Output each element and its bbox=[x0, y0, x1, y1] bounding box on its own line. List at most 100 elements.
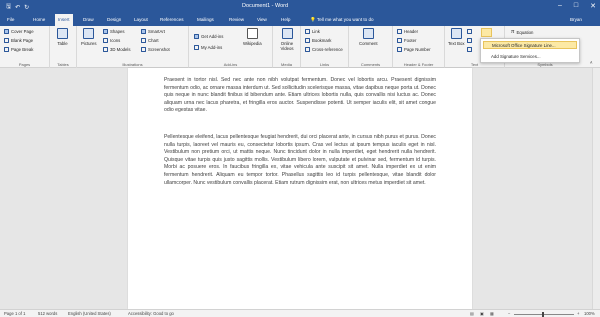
document-title: Document1 - Word bbox=[242, 3, 289, 9]
add-signature-services-item[interactable]: Add Signature Services... bbox=[483, 53, 577, 61]
cover-page-icon bbox=[4, 29, 9, 34]
footer-icon bbox=[397, 38, 402, 43]
tab-layout[interactable]: Layout bbox=[131, 14, 151, 26]
table-button[interactable]: Table bbox=[57, 28, 68, 46]
tab-insert[interactable]: Insert bbox=[55, 14, 73, 26]
page-number-button[interactable]: Page Number bbox=[397, 47, 431, 52]
signature-line-button[interactable] bbox=[481, 28, 492, 37]
tab-review[interactable]: Review bbox=[226, 14, 247, 26]
wikipedia-label: Wikipedia bbox=[243, 41, 262, 46]
page-break-label: Page Break bbox=[11, 47, 34, 52]
page-count[interactable]: Page 1 of 1 bbox=[4, 311, 25, 316]
word-count[interactable]: 512 words bbox=[38, 311, 57, 316]
tab-home[interactable]: Home bbox=[30, 14, 48, 26]
equation-button[interactable]: π Equation bbox=[511, 29, 533, 35]
shapes-label: Shapes bbox=[110, 29, 125, 34]
3d-models-button[interactable]: 3D Models bbox=[103, 47, 131, 52]
link-button[interactable]: Link bbox=[305, 29, 320, 34]
user-name[interactable]: Bryan bbox=[570, 14, 582, 26]
shapes-button[interactable]: Shapes bbox=[103, 29, 125, 34]
zoom-slider[interactable] bbox=[514, 313, 574, 315]
tab-help[interactable]: Help bbox=[278, 14, 293, 26]
text-box-label: Text Box bbox=[448, 41, 465, 46]
web-layout-icon[interactable]: ▦ bbox=[490, 311, 494, 316]
zoom-level[interactable]: 100% bbox=[584, 311, 595, 316]
save-icon[interactable]: 🖫 bbox=[6, 2, 11, 12]
blank-page-label: Blank Page bbox=[11, 38, 33, 43]
bookmark-button[interactable]: Bookmark bbox=[305, 38, 331, 43]
close-icon[interactable]: ✕ bbox=[590, 2, 596, 10]
cross-reference-button[interactable]: Cross-reference bbox=[305, 47, 343, 52]
get-addins-button[interactable]: Get Add-ins bbox=[194, 34, 223, 39]
screenshot-button[interactable]: Screenshot bbox=[141, 47, 170, 52]
drop-cap-button[interactable] bbox=[467, 47, 472, 52]
my-addins-button[interactable]: My Add-ins bbox=[194, 45, 222, 50]
wordart-icon bbox=[467, 38, 472, 43]
zoom-in-icon[interactable]: + bbox=[577, 311, 579, 316]
tab-references[interactable]: References bbox=[157, 14, 187, 26]
header-button[interactable]: Header bbox=[397, 29, 418, 34]
icons-icon bbox=[103, 38, 108, 43]
zoom-slider-thumb[interactable] bbox=[542, 311, 544, 317]
quick-parts-icon bbox=[467, 29, 472, 34]
smartart-button[interactable]: SmartArt bbox=[141, 29, 165, 34]
text-box-button[interactable]: Text Box bbox=[448, 28, 464, 46]
cover-page-button[interactable]: Cover Page bbox=[4, 29, 34, 34]
link-label: Link bbox=[312, 29, 320, 34]
chart-label: Chart bbox=[148, 38, 159, 43]
accessibility-status[interactable]: Accessibility: Good to go bbox=[128, 311, 174, 316]
tab-mailings[interactable]: Mailings bbox=[194, 14, 217, 26]
comment-button[interactable]: Comment bbox=[359, 28, 378, 46]
redo-icon[interactable]: ↻ bbox=[24, 4, 29, 11]
pi-icon: π bbox=[511, 29, 515, 35]
collapse-ribbon-icon[interactable]: ˄ bbox=[590, 60, 593, 65]
comment-icon bbox=[362, 28, 374, 39]
tab-file[interactable]: File bbox=[4, 14, 17, 26]
group-comments: Comment Comments bbox=[349, 26, 393, 68]
quick-parts-button[interactable] bbox=[467, 29, 472, 34]
undo-icon[interactable]: ↶ bbox=[15, 4, 20, 11]
window-controls: – □ ✕ bbox=[558, 2, 596, 10]
icons-label: Icons bbox=[110, 38, 121, 43]
blank-page-button[interactable]: Blank Page bbox=[4, 38, 33, 43]
online-videos-label: Online Videos bbox=[280, 41, 294, 51]
cross-reference-label: Cross-reference bbox=[312, 47, 343, 52]
3d-models-icon bbox=[103, 47, 108, 52]
bookmark-label: Bookmark bbox=[312, 38, 332, 43]
title-bar: 🖫 ↶ ↻ Document1 - Word – □ ✕ bbox=[0, 0, 600, 14]
document-page[interactable]: Praesent in tortor nisl. Sed nec ante no… bbox=[128, 68, 472, 309]
icons-button[interactable]: Icons bbox=[103, 38, 120, 43]
online-videos-button[interactable]: Online Videos bbox=[276, 28, 298, 51]
3d-models-label: 3D Models bbox=[110, 47, 131, 52]
wikipedia-button[interactable]: Wikipedia bbox=[243, 28, 262, 46]
smartart-icon bbox=[141, 29, 146, 34]
paragraph-2: Pellentesque eleifend, lacus pellentesqu… bbox=[164, 134, 436, 186]
vertical-scrollbar[interactable] bbox=[592, 68, 600, 309]
group-pages: Cover Page Blank Page Page Break Pages bbox=[0, 26, 50, 68]
tell-me-box[interactable]: 💡 Tell me what you want to do bbox=[310, 14, 374, 26]
illustrations-group-label: Illustrations bbox=[122, 62, 143, 67]
tab-view[interactable]: View bbox=[254, 14, 270, 26]
text-box-icon bbox=[450, 28, 462, 39]
tab-draw[interactable]: Draw bbox=[80, 14, 97, 26]
microsoft-office-signature-line-item[interactable]: Microsoft Office Signature Line... bbox=[483, 41, 577, 49]
wordart-button[interactable] bbox=[467, 38, 472, 43]
page-break-icon bbox=[4, 47, 9, 52]
links-group-label: Links bbox=[319, 62, 330, 67]
pictures-button[interactable]: Pictures bbox=[81, 28, 97, 46]
tab-design[interactable]: Design bbox=[104, 14, 124, 26]
minimize-icon[interactable]: – bbox=[558, 2, 562, 10]
shapes-icon bbox=[103, 29, 108, 34]
chart-button[interactable]: Chart bbox=[141, 38, 159, 43]
language-status[interactable]: English (United States) bbox=[68, 311, 111, 316]
read-mode-icon[interactable]: ▤ bbox=[470, 311, 474, 316]
group-tables: Table Tables bbox=[50, 26, 77, 68]
maximize-icon[interactable]: □ bbox=[574, 2, 578, 10]
footer-button[interactable]: Footer bbox=[397, 38, 416, 43]
blank-page-icon bbox=[4, 38, 9, 43]
print-layout-icon[interactable]: ▣ bbox=[480, 311, 484, 316]
screenshot-label: Screenshot bbox=[148, 47, 170, 52]
smartart-label: SmartArt bbox=[148, 29, 165, 34]
page-break-button[interactable]: Page Break bbox=[4, 47, 33, 52]
zoom-out-icon[interactable]: − bbox=[508, 311, 510, 316]
